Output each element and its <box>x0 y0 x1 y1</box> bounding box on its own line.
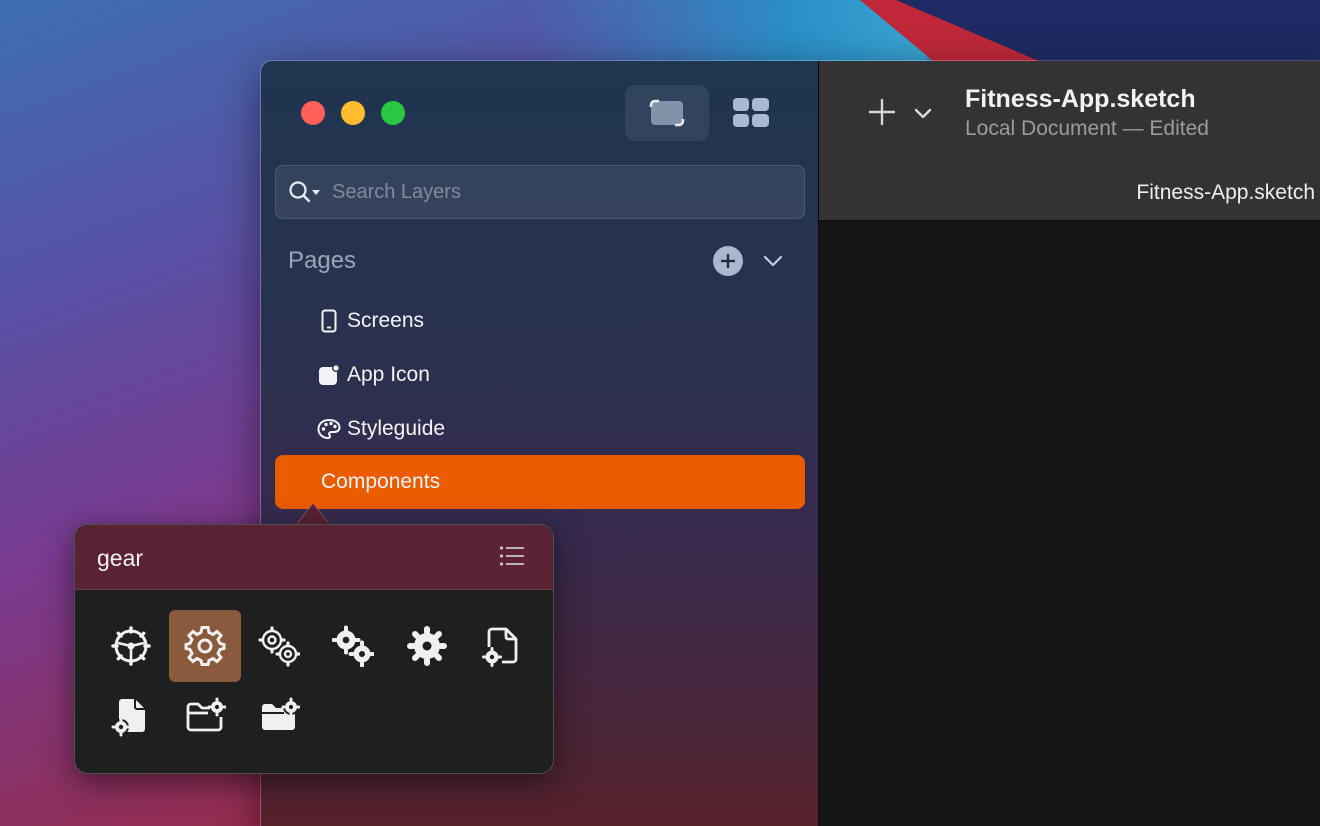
zoom-window-button[interactable] <box>381 101 405 125</box>
gear-filled-icon[interactable] <box>391 610 463 682</box>
page-item-label: Screens <box>347 309 425 332</box>
page-item-label: Styleguide <box>347 417 446 440</box>
toolbar: Fitness-App.sketch Local Document — Edit… <box>819 61 1320 221</box>
add-page-button[interactable] <box>713 246 743 276</box>
page-item-screens[interactable]: Screens <box>275 294 805 348</box>
document-gear-outline-icon[interactable] <box>465 610 537 682</box>
grid-view-button[interactable] <box>709 85 793 141</box>
palette-icon <box>317 417 341 441</box>
page-item-label: Components <box>321 470 441 493</box>
list-view-icon[interactable] <box>499 545 525 567</box>
minimize-window-button[interactable] <box>341 101 365 125</box>
document-gear-filled-icon[interactable] <box>95 680 167 752</box>
grid-view-icon <box>733 98 769 127</box>
canvas-area[interactable]: Fitness-App.sketch Local Document — Edit… <box>819 61 1320 826</box>
gear-steering-icon[interactable] <box>95 610 167 682</box>
search-layers[interactable] <box>275 165 805 219</box>
close-window-button[interactable] <box>301 101 325 125</box>
gear-icon[interactable] <box>169 610 241 682</box>
document-subtitle: Local Document — Edited <box>965 117 1209 140</box>
page-item-label: App Icon <box>347 363 430 386</box>
folder-gear-filled-icon[interactable] <box>243 680 315 752</box>
popover-header: gear <box>75 525 553 590</box>
icon-search-query[interactable]: gear <box>97 545 143 572</box>
popover-arrow <box>296 502 330 525</box>
page-item-app-icon[interactable]: App Icon <box>275 348 805 402</box>
page-item-components[interactable]: Components <box>275 455 805 509</box>
canvas-view-icon <box>649 99 685 127</box>
search-input[interactable] <box>332 180 772 204</box>
icon-picker-popover: gear <box>74 524 554 774</box>
page-item-styleguide[interactable]: Styleguide <box>275 402 805 456</box>
gears-outline-icon[interactable] <box>243 610 315 682</box>
folder-gear-outline-icon[interactable] <box>169 680 241 752</box>
app-icon-icon <box>317 363 341 387</box>
search-icon <box>289 181 320 203</box>
gears-filled-icon[interactable] <box>317 610 389 682</box>
chevron-down-icon[interactable] <box>913 103 933 123</box>
add-icon[interactable] <box>867 97 897 127</box>
document-title: Fitness-App.sketch <box>965 85 1196 113</box>
document-tab[interactable]: Fitness-App.sketch <box>1136 181 1315 205</box>
chevron-down-icon[interactable] <box>761 249 785 273</box>
phone-icon <box>317 309 341 333</box>
plus-icon <box>721 254 735 268</box>
pages-header: Pages <box>288 247 357 274</box>
canvas-view-button[interactable] <box>625 85 709 141</box>
